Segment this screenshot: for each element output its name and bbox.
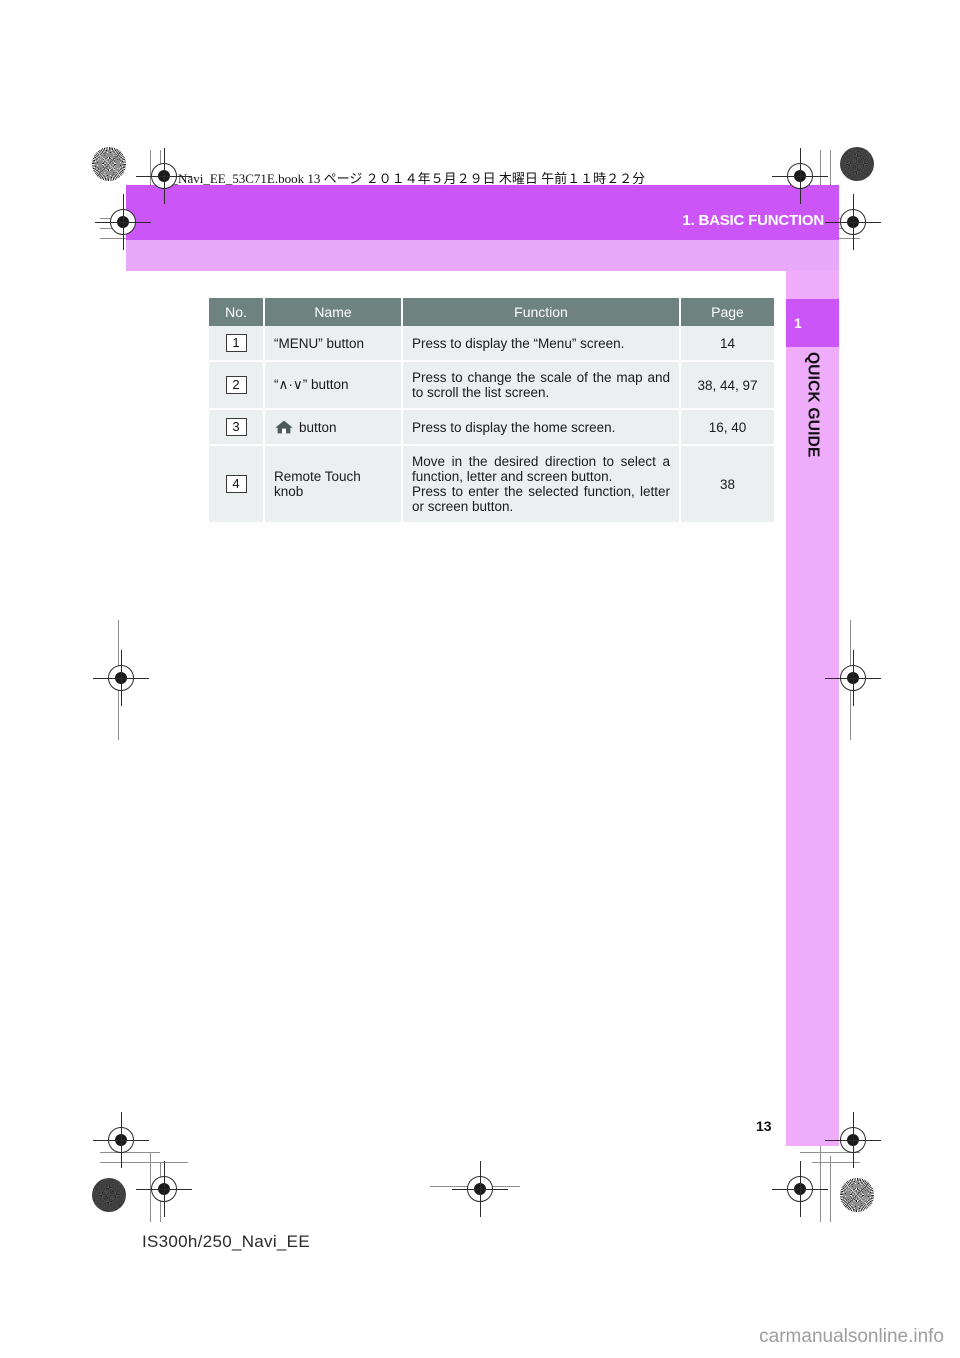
row-function-cell: Press to change the scale of the map and…	[402, 361, 681, 410]
density-patch	[92, 1178, 126, 1212]
header-band-light	[126, 240, 839, 271]
registration-mark	[93, 650, 149, 706]
row-name-cell: Remote Touch knob	[264, 445, 403, 522]
registration-mark	[452, 1161, 508, 1217]
column-header-name: Name	[264, 298, 403, 326]
row-function-cell: Move in the desired direction to select …	[402, 445, 681, 522]
page-canvas: 1 QUICK GUIDE 1. BASIC FUNCTION IS_Navi_…	[0, 0, 960, 1358]
row-number-cell: 4	[209, 445, 265, 522]
table-header-row: No. Name Function Page	[209, 298, 774, 326]
crop-line	[830, 1156, 831, 1222]
row-page-cell[interactable]: 14	[680, 326, 774, 362]
function-text: Press to display the “Menu” screen.	[412, 335, 625, 351]
density-patch	[92, 147, 126, 181]
column-header-function: Function	[402, 298, 681, 326]
callout-number-badge: 2	[225, 376, 247, 394]
chapter-number-tab: 1	[786, 299, 839, 347]
row-page-cell[interactable]: 38, 44, 97	[680, 361, 774, 410]
row-number-cell: 3	[209, 409, 265, 446]
registration-mark	[825, 650, 881, 706]
specification-table: No. Name Function Page 1 “MENU” button P…	[209, 298, 774, 522]
callout-number-badge: 4	[225, 475, 247, 493]
registration-mark	[95, 194, 151, 250]
registration-mark	[772, 148, 828, 204]
section-title: 1. BASIC FUNCTION	[682, 212, 824, 229]
function-text: Press to change the scale of the map and…	[412, 370, 670, 400]
table-row: 1 “MENU” button Press to display the “Me…	[209, 326, 774, 362]
chapter-label-text: QUICK GUIDE	[804, 352, 822, 458]
function-text: Press to display the home screen.	[412, 419, 616, 435]
registration-mark	[93, 1112, 149, 1168]
row-number-cell: 1	[209, 326, 265, 362]
registration-mark	[136, 1161, 192, 1217]
registration-mark	[825, 194, 881, 250]
row-name-cell: button	[264, 409, 403, 446]
table-row: 2 “∧·∨” button Press to change the scale…	[209, 361, 774, 410]
row-name-cell: “∧·∨” button	[264, 361, 403, 410]
crop-line	[100, 1162, 188, 1163]
registration-mark	[825, 1112, 881, 1168]
function-text: Move in the desired direction to select …	[412, 454, 670, 484]
model-code: IS300h/250_Navi_EE	[142, 1232, 310, 1251]
crop-line	[820, 1146, 821, 1222]
registration-mark	[136, 148, 192, 204]
row-name-cell: “MENU” button	[264, 326, 403, 362]
table-row: 4 Remote Touch knob Move in the desired …	[209, 445, 774, 522]
chapter-label: QUICK GUIDE	[786, 352, 839, 502]
column-header-no: No.	[209, 298, 265, 326]
row-name-text: button	[299, 420, 337, 435]
density-patch	[840, 147, 874, 181]
registration-mark	[772, 1161, 828, 1217]
density-patch	[840, 1178, 874, 1212]
table-row: 3 button Press to display the home scree…	[209, 409, 774, 446]
column-header-page: Page	[680, 298, 774, 326]
callout-number-badge: 3	[225, 418, 247, 436]
crop-line	[100, 1152, 160, 1153]
row-function-cell: Press to display the “Menu” screen.	[402, 326, 681, 362]
row-number-cell: 2	[209, 361, 265, 410]
page-number: 13	[756, 1118, 772, 1134]
callout-number-badge: 1	[225, 334, 247, 352]
row-page-cell[interactable]: 16, 40	[680, 409, 774, 446]
function-text: Press to enter the selected function, le…	[412, 484, 670, 514]
site-watermark: carmanualsonline.info	[759, 1326, 944, 1347]
home-icon	[274, 419, 294, 435]
book-meta-line: IS_Navi_EE_53C71E.book 13 ページ ２０１４年５月２９日…	[160, 171, 646, 186]
row-page-cell[interactable]: 38	[680, 445, 774, 522]
row-function-cell: Press to display the home screen.	[402, 409, 681, 446]
